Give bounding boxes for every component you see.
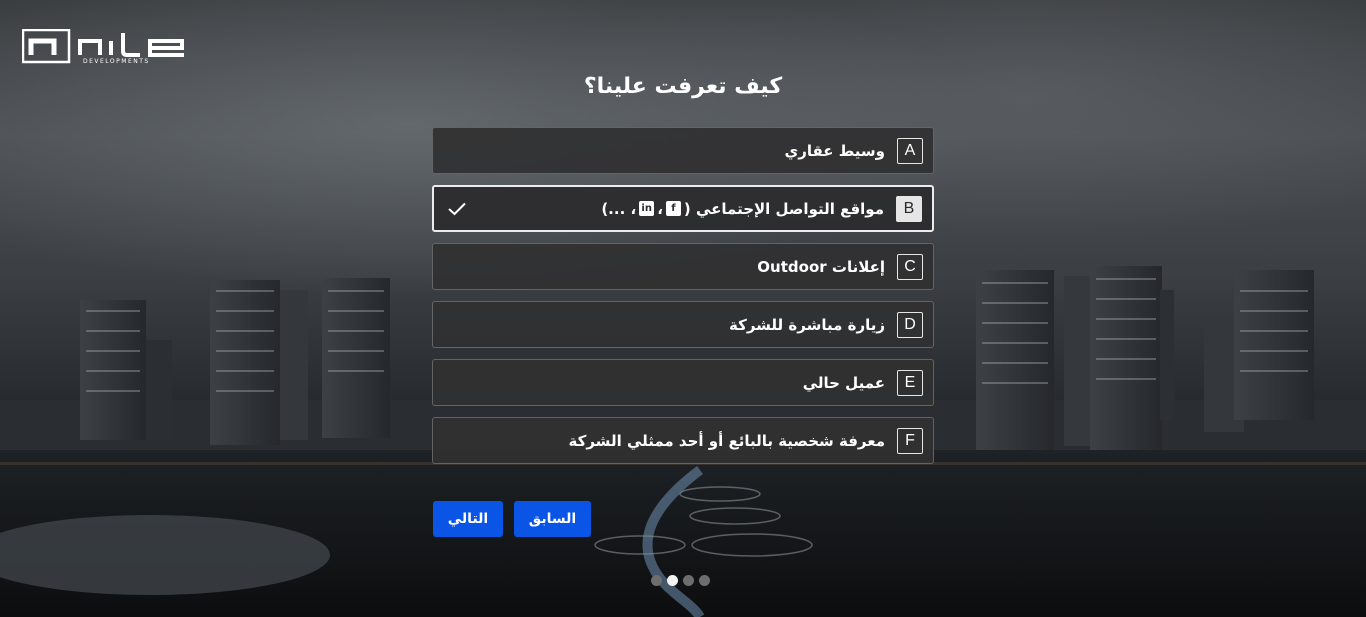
option-label: مواقع التواصل الإجتماعي ( f ، in ، ...) (601, 200, 884, 218)
option-label: عميل حالي (802, 373, 885, 392)
svg-text:DEVELOPMENTS: DEVELOPMENTS (83, 58, 150, 65)
option-e[interactable]: E عميل حالي (432, 359, 934, 406)
option-label: وسيط عقاري (784, 141, 885, 160)
option-label-text: مواقع التواصل الإجتماعي ( (683, 199, 884, 218)
option-a[interactable]: A وسيط عقاري (432, 127, 934, 174)
option-key: D (897, 311, 923, 338)
nile-developments-logo: DEVELOPMENTS (21, 28, 184, 65)
previous-button[interactable]: السابق (514, 501, 591, 537)
option-key: E (897, 369, 923, 396)
facebook-icon: f (665, 201, 681, 216)
next-button[interactable]: التالي (433, 501, 503, 537)
pagination-dot-active[interactable] (667, 575, 678, 586)
checkmark-icon (448, 202, 466, 215)
option-key: C (897, 253, 923, 280)
option-key: F (897, 427, 923, 454)
linkedin-icon: in (639, 201, 655, 216)
option-f[interactable]: F معرفة شخصية بالبائع أو أحد ممثلي الشرك… (432, 417, 934, 464)
pagination-dots (651, 575, 710, 586)
brand-logo: DEVELOPMENTS (21, 28, 192, 65)
option-b[interactable]: B مواقع التواصل الإجتماعي ( f ، in ، ...… (432, 185, 934, 232)
option-d[interactable]: D زيارة مباشرة للشركة (432, 301, 934, 348)
option-label-suffix: ، ...) (601, 199, 637, 218)
comma-separator: ، (657, 199, 663, 218)
option-c[interactable]: C إعلانات Outdoor (432, 243, 934, 290)
option-key: B (896, 195, 922, 222)
option-label: زيارة مباشرة للشركة (729, 315, 885, 334)
option-key: A (897, 137, 923, 164)
option-label: إعلانات Outdoor (757, 257, 885, 276)
nav-buttons: التالي السابق (433, 501, 591, 537)
pagination-dot[interactable] (699, 575, 710, 586)
pagination-dot[interactable] (683, 575, 694, 586)
question-title: كيف تعرفت علينا؟ (583, 74, 783, 99)
options-list: A وسيط عقاري B مواقع التواصل الإجتماعي (… (432, 127, 934, 475)
pagination-dot[interactable] (651, 575, 662, 586)
option-label: معرفة شخصية بالبائع أو أحد ممثلي الشركة (568, 431, 885, 450)
